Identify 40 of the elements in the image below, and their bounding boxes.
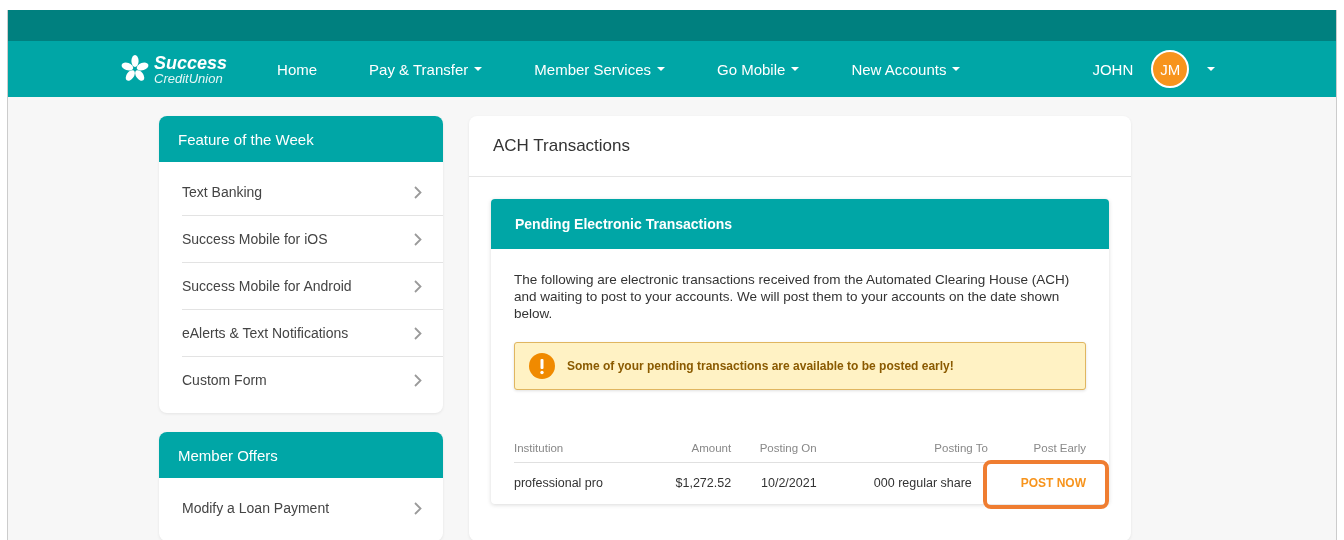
intro-text: The following are electronic transactions received from the Automated Clearing House (ACH) and waiting to post to your accounts. We will post them to your accounts on the date shown below. bbox=[514, 271, 1071, 322]
warning-icon bbox=[529, 353, 555, 379]
sidebar-link[interactable]: eAlerts & Text Notifications bbox=[182, 325, 349, 341]
column-header: Posting On bbox=[731, 442, 817, 463]
column-header: Post Early bbox=[987, 442, 1086, 463]
user-avatar[interactable]: JM bbox=[1151, 50, 1190, 88]
chevron-right-icon bbox=[414, 185, 422, 199]
nav-link[interactable]: Pay & Transfer bbox=[369, 60, 483, 78]
caret-icon bbox=[1207, 67, 1216, 71]
logo-subtitle: CreditUnion bbox=[154, 71, 224, 85]
sidebar-link[interactable]: Success Mobile for Android bbox=[182, 278, 352, 294]
alert-text: Some of your pending transactions are available to be posted early! bbox=[567, 359, 954, 373]
column-header: Amount bbox=[647, 442, 732, 463]
sidebar-link[interactable]: Text Banking bbox=[182, 184, 263, 200]
chevron-right-icon bbox=[414, 232, 422, 246]
user-name: JOHN bbox=[1092, 60, 1134, 78]
table-cell: 000 regular share bbox=[873, 476, 972, 490]
table-cell: professional pro bbox=[514, 476, 603, 490]
table-cell: 10/2/2021 bbox=[761, 476, 817, 490]
card-header: Member Offers bbox=[159, 432, 443, 478]
post-now-button[interactable]: POST NOW bbox=[1020, 476, 1086, 490]
page-title: ACH Transactions bbox=[469, 116, 1131, 177]
panel-header: Pending Electronic Transactions bbox=[491, 199, 1109, 249]
chevron-right-icon bbox=[414, 326, 422, 340]
chevron-right-icon bbox=[414, 279, 422, 293]
nav-link[interactable]: Home bbox=[277, 60, 318, 78]
nav-link[interactable]: Go Mobile bbox=[717, 60, 800, 78]
nav-link[interactable]: New Accounts bbox=[851, 60, 961, 78]
column-header: Institution bbox=[514, 442, 648, 463]
nav-link[interactable]: Member Services bbox=[534, 60, 665, 78]
sidebar-link[interactable]: Modify a Loan Payment bbox=[182, 500, 330, 516]
chevron-right-icon bbox=[414, 501, 422, 515]
chevron-right-icon bbox=[414, 373, 422, 387]
logo-name: Success bbox=[154, 53, 228, 72]
sidebar-link[interactable]: Success Mobile for iOS bbox=[182, 231, 328, 247]
logo-icon bbox=[120, 55, 150, 83]
column-header: Posting To bbox=[816, 442, 988, 463]
sidebar-link[interactable]: Custom Form bbox=[182, 372, 267, 388]
table-cell: $1,272.52 bbox=[675, 476, 732, 490]
card-header: Feature of the Week bbox=[159, 116, 443, 162]
